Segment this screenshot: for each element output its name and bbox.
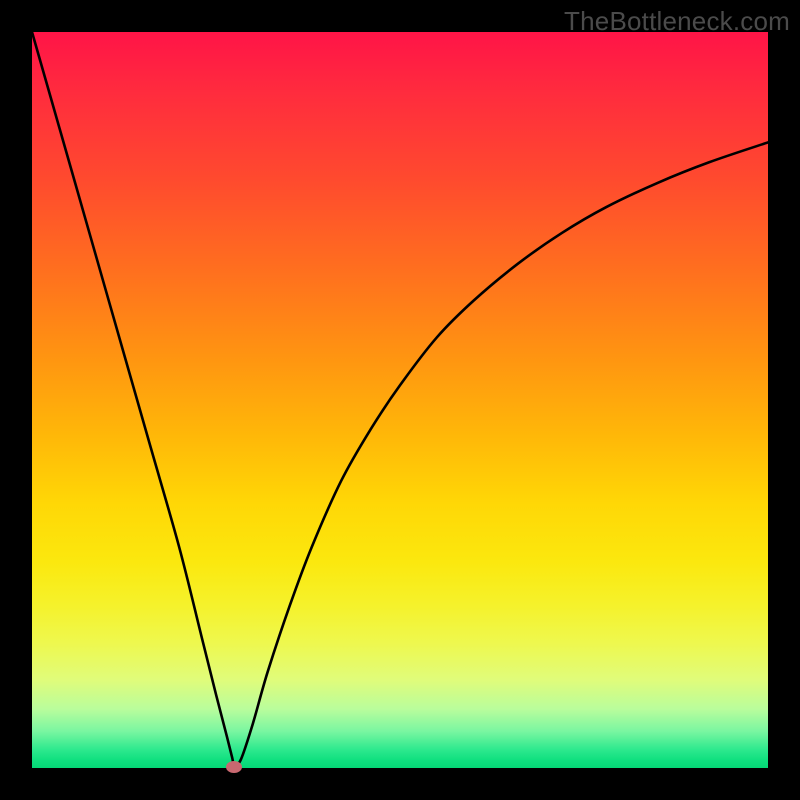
watermark-text: TheBottleneck.com — [564, 6, 790, 37]
curve-svg — [32, 32, 768, 768]
plot-area — [32, 32, 768, 768]
bottleneck-curve — [32, 32, 768, 766]
optimal-point-marker — [226, 761, 242, 773]
chart-frame: TheBottleneck.com — [0, 0, 800, 800]
